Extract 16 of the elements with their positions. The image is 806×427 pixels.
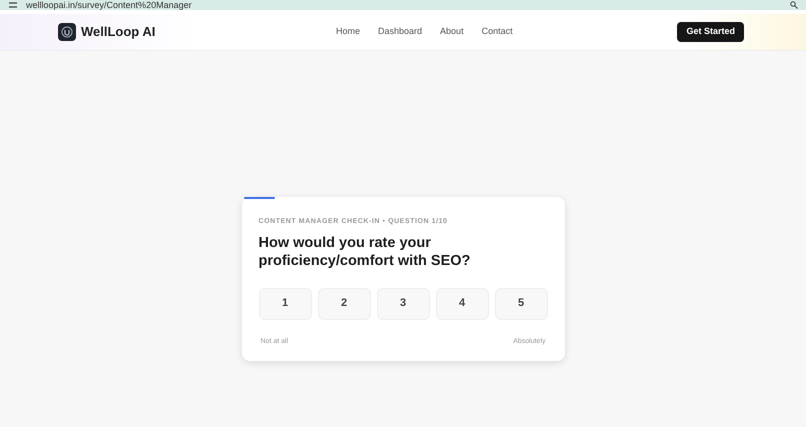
rating-option[interactable]: 1 (258, 288, 312, 320)
brand-name[interactable]: WellLoop AI (81, 22, 156, 42)
rating-option[interactable]: 5 (494, 288, 548, 320)
rating-option[interactable]: 4 (436, 288, 488, 320)
logo-icon[interactable] (58, 23, 76, 41)
search-icon[interactable] (790, 1, 798, 9)
nav-link[interactable]: Home (336, 25, 360, 39)
rating-option[interactable]: 3 (376, 288, 430, 320)
nav-link[interactable]: Dashboard (378, 25, 422, 39)
question-text: How would you rate your proficiency/comfort with SEO? (258, 234, 472, 270)
nav-link[interactable]: Contact (482, 25, 513, 39)
url-text[interactable]: wellloopai.in/survey/Content%20Manager (26, 0, 192, 10)
rating-option[interactable]: 2 (318, 288, 370, 320)
get-started-button[interactable]: Get Started (677, 22, 744, 42)
site-info-icon[interactable] (8, 1, 18, 9)
nav-link[interactable]: About (440, 25, 464, 39)
